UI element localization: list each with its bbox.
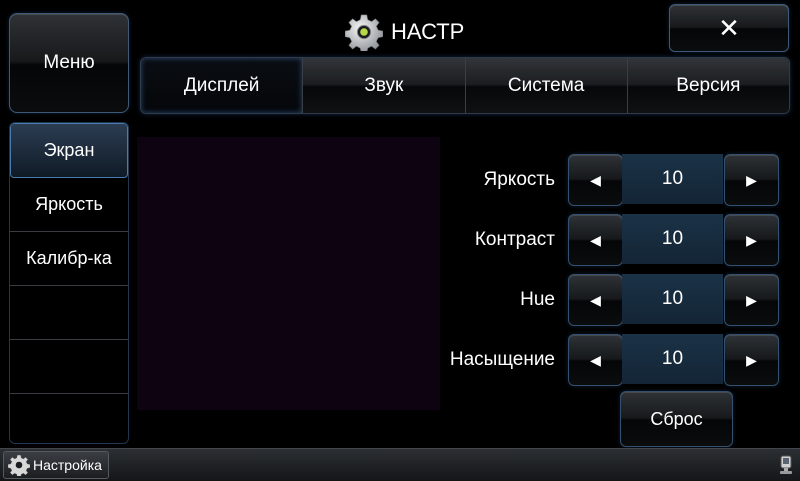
tab-bar: Дисплей Звук Система Версия bbox=[140, 57, 790, 114]
increase-button[interactable]: ▶ bbox=[724, 214, 779, 266]
setting-row-saturation: Насыщение ◀ 10 ▶ bbox=[440, 334, 780, 386]
setting-label: Hue bbox=[520, 289, 555, 310]
increase-button[interactable]: ▶ bbox=[724, 154, 779, 206]
tab-sound[interactable]: Звук bbox=[302, 58, 465, 113]
sidebar-item-empty bbox=[10, 340, 128, 394]
arrow-right-icon: ▶ bbox=[746, 231, 757, 248]
arrow-right-icon: ▶ bbox=[746, 351, 757, 368]
tray-device-icon[interactable] bbox=[778, 455, 794, 475]
arrow-left-icon: ◀ bbox=[590, 291, 601, 308]
arrow-left-icon: ◀ bbox=[590, 351, 601, 368]
display-preview bbox=[137, 137, 440, 410]
setting-value: 10 bbox=[622, 274, 723, 324]
setting-label: Контраст bbox=[474, 229, 555, 250]
tab-display[interactable]: Дисплей bbox=[141, 58, 303, 113]
decrease-button[interactable]: ◀ bbox=[568, 334, 623, 386]
setting-row-contrast: Контраст ◀ 10 ▶ bbox=[440, 214, 780, 266]
gear-icon bbox=[8, 454, 30, 476]
setting-row-hue: Hue ◀ 10 ▶ bbox=[440, 274, 780, 326]
decrease-button[interactable]: ◀ bbox=[568, 154, 623, 206]
sidebar-item-empty bbox=[10, 286, 128, 340]
arrow-left-icon: ◀ bbox=[590, 171, 601, 188]
taskbar-app-label: Настройка bbox=[33, 457, 102, 473]
setting-label: Яркость bbox=[483, 169, 555, 190]
taskbar-app-button[interactable]: Настройка bbox=[3, 451, 109, 479]
setting-label: Насыщение bbox=[449, 349, 555, 370]
sidebar-item-screen[interactable]: Экран bbox=[10, 123, 128, 178]
sidebar-item-brightness[interactable]: Яркость bbox=[10, 178, 128, 232]
setting-value: 10 bbox=[622, 334, 723, 384]
increase-button[interactable]: ▶ bbox=[724, 274, 779, 326]
sidebar-item-empty bbox=[10, 394, 128, 443]
sidebar-item-calibration[interactable]: Калибр-ка bbox=[10, 232, 128, 286]
gear-icon bbox=[345, 14, 383, 51]
title-text: НАСТР bbox=[391, 19, 465, 44]
taskbar: Настройка bbox=[0, 448, 800, 481]
setting-value: 10 bbox=[622, 214, 723, 264]
decrease-button[interactable]: ◀ bbox=[568, 214, 623, 266]
setting-row-brightness: Яркость ◀ 10 ▶ bbox=[440, 154, 780, 206]
tab-system[interactable]: Система bbox=[464, 58, 627, 113]
arrow-left-icon: ◀ bbox=[590, 231, 601, 248]
menu-button[interactable]: Меню bbox=[9, 13, 129, 113]
tab-version[interactable]: Версия bbox=[626, 58, 789, 113]
page-title: НАСТР bbox=[345, 12, 464, 52]
sidebar: Экран Яркость Калибр-ка bbox=[9, 122, 129, 444]
decrease-button[interactable]: ◀ bbox=[568, 274, 623, 326]
increase-button[interactable]: ▶ bbox=[724, 334, 779, 386]
close-button[interactable]: ✕ bbox=[669, 4, 789, 52]
arrow-right-icon: ▶ bbox=[746, 291, 757, 308]
reset-button[interactable]: Сброс bbox=[620, 391, 733, 447]
arrow-right-icon: ▶ bbox=[746, 171, 757, 188]
setting-value: 10 bbox=[622, 154, 723, 204]
